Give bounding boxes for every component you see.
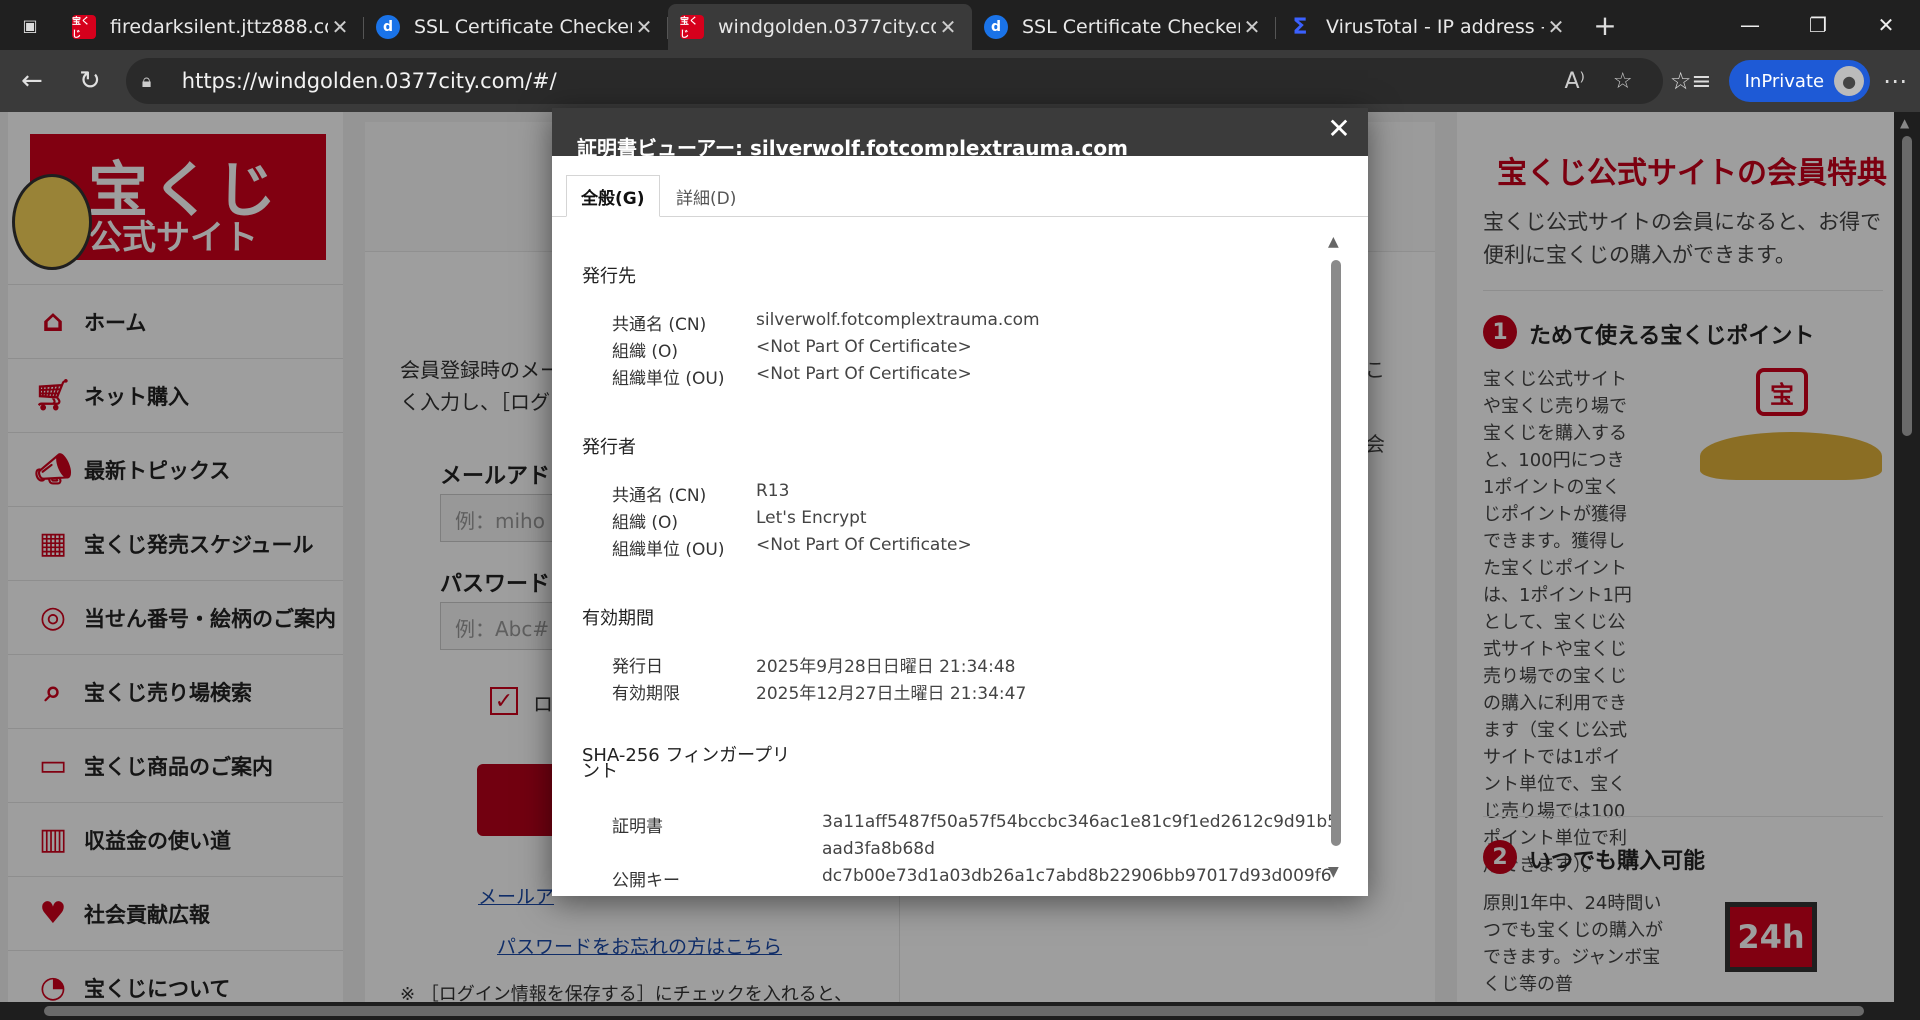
close-icon[interactable]: ✕ xyxy=(1324,114,1354,144)
field-value: 3a11aff5487f50a57f54bccbc346ac1e81c9f1ed… xyxy=(822,812,1332,832)
inprivate-button[interactable]: InPrivate ● xyxy=(1728,60,1871,102)
close-icon[interactable]: ✕ xyxy=(1544,15,1568,39)
dialog-scrollbar[interactable]: ▲ ▼ xyxy=(1318,226,1354,896)
field-value: R13 xyxy=(756,481,790,501)
favorites-icon[interactable]: ☆≡ xyxy=(1663,67,1719,95)
field-label: 有効期限 xyxy=(612,684,680,704)
inprivate-label: InPrivate xyxy=(1744,70,1825,92)
new-tab-button[interactable]: + xyxy=(1580,5,1630,45)
d-icon: d xyxy=(376,15,400,39)
scroll-down-icon[interactable]: ▼ xyxy=(1328,864,1339,880)
field-label: 組織 (O) xyxy=(612,513,679,533)
read-aloud-icon[interactable]: A⁾ xyxy=(1551,69,1599,94)
window-close-icon[interactable]: ✕ xyxy=(1852,0,1920,50)
tab-3-active[interactable]: 宝くじ windgolden.0377city.com ✕ xyxy=(668,4,972,50)
field-label: 発行日 xyxy=(612,657,663,677)
refresh-icon[interactable]: ↻ xyxy=(64,55,116,107)
back-arrow-icon[interactable]: ← xyxy=(6,55,58,107)
section-heading-fingerprint: SHA-256 フィンガープリ ント xyxy=(582,747,790,782)
section-heading-issued-to: 発行先 xyxy=(582,266,636,287)
field-label: 公開キー xyxy=(612,871,680,891)
scrollbar-thumb[interactable] xyxy=(1331,260,1341,846)
field-value: silverwolf.fotcomplextrauma.com xyxy=(756,310,1040,330)
field-value: aad3fa8b68d xyxy=(822,839,935,859)
tab-2[interactable]: d SSL Certificate Checker - D ✕ xyxy=(364,7,668,47)
close-icon[interactable]: ✕ xyxy=(1240,15,1264,39)
lock-icon[interactable]: 🔒︎ xyxy=(142,71,168,92)
field-label: 証明書 xyxy=(612,817,663,837)
page-vertical-scrollbar[interactable]: ▲ xyxy=(1894,112,1920,1002)
tab-title: windgolden.0377city.com xyxy=(718,16,936,38)
field-label: 組織単位 (OU) xyxy=(612,369,725,389)
tab-5[interactable]: Σ VirusTotal - IP address - 43 ✕ xyxy=(1276,7,1580,47)
scrollbar-thumb[interactable] xyxy=(1902,136,1912,436)
profile-avatar-icon: ● xyxy=(1834,66,1865,96)
virustotal-icon: Σ xyxy=(1292,14,1308,40)
dialog-header: 証明書ビューアー: silverwolf.fotcomplextrauma.co… xyxy=(552,108,1368,160)
field-label: 共通名 (CN) xyxy=(612,486,707,506)
field-value: dc7b00e73d1a03db26a1c7abd8b22906bb97017d… xyxy=(822,866,1332,886)
field-value: <Not Part Of Certificate> xyxy=(756,364,972,384)
tab-1[interactable]: 宝くじ firedarksilent.jttz888.com ✕ xyxy=(60,7,364,47)
page-horizontal-scrollbar[interactable] xyxy=(0,1002,1920,1020)
field-value: 2025年9月28日日曜日 21:34:48 xyxy=(756,657,1016,677)
tab-title: firedarksilent.jttz888.com xyxy=(110,16,328,38)
star-icon[interactable]: ☆ xyxy=(1599,69,1647,94)
field-label: 共通名 (CN) xyxy=(612,315,707,335)
takarakuji-icon: 宝くじ xyxy=(680,15,704,40)
certificate-details: 発行先 共通名 (CN) silverwolf.fotcomplextrauma… xyxy=(552,218,1332,894)
tab-details[interactable]: 詳細(D) xyxy=(662,175,750,217)
field-value: <Not Part Of Certificate> xyxy=(756,337,972,357)
minimize-icon[interactable]: — xyxy=(1716,0,1784,50)
tab-strip: ▣ 宝くじ firedarksilent.jttz888.com ✕ d SSL… xyxy=(0,0,1920,50)
certificate-viewer-dialog: 証明書ビューアー: silverwolf.fotcomplextrauma.co… xyxy=(552,108,1368,896)
window-controls: — ❐ ✕ xyxy=(1716,0,1920,50)
section-heading-validity: 有効期間 xyxy=(582,608,654,629)
field-label: 組織単位 (OU) xyxy=(612,540,725,560)
restore-icon[interactable]: ❐ xyxy=(1784,0,1852,50)
tab-general[interactable]: 全般(G) xyxy=(566,175,660,217)
scrollbar-thumb[interactable] xyxy=(44,1006,1864,1016)
field-value: Let's Encrypt xyxy=(756,508,867,528)
address-toolbar: ← ↻ 🔒︎ https://windgolden.0377city.com/#… xyxy=(0,50,1920,112)
tab-actions-icon[interactable]: ▣ xyxy=(0,0,60,50)
scroll-up-icon[interactable]: ▲ xyxy=(1900,116,1909,130)
close-icon[interactable]: ✕ xyxy=(328,15,352,39)
scroll-up-icon[interactable]: ▲ xyxy=(1328,234,1339,250)
field-label: 組織 (O) xyxy=(612,342,679,362)
section-heading-issued-by: 発行者 xyxy=(582,437,636,458)
tab-4[interactable]: d SSL Certificate Checker - D ✕ xyxy=(972,7,1276,47)
address-bar[interactable]: 🔒︎ https://windgolden.0377city.com/#/ A⁾… xyxy=(125,58,1663,104)
d-icon: d xyxy=(984,15,1008,39)
dialog-tabs: 全般(G) 詳細(D) xyxy=(552,156,1368,217)
tab-title: SSL Certificate Checker - D xyxy=(414,16,632,38)
field-value: <Not Part Of Certificate> xyxy=(756,535,972,555)
url-text[interactable]: https://windgolden.0377city.com/#/ xyxy=(182,69,1551,93)
close-icon[interactable]: ✕ xyxy=(632,15,656,39)
more-options-icon[interactable]: ⋯ xyxy=(1870,67,1920,95)
field-value: 2025年12月27日土曜日 21:34:47 xyxy=(756,684,1027,704)
heading-line: ント xyxy=(582,761,618,782)
tab-title: VirusTotal - IP address - 43 xyxy=(1326,16,1544,38)
close-icon[interactable]: ✕ xyxy=(936,15,960,39)
takarakuji-icon: 宝くじ xyxy=(72,15,96,40)
tab-title: SSL Certificate Checker - D xyxy=(1022,16,1240,38)
